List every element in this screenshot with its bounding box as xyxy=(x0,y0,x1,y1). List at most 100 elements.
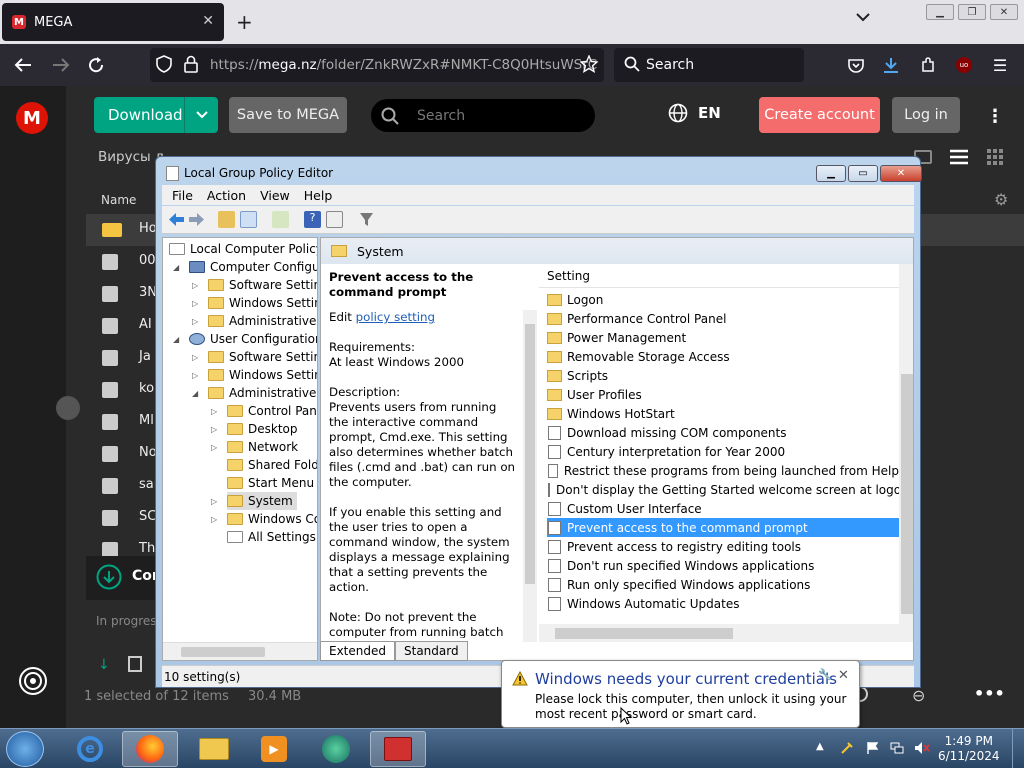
mega-search-input[interactable]: Search xyxy=(371,99,595,132)
shield-icon[interactable] xyxy=(156,55,172,73)
collapse-arrow-icon[interactable]: ◢ xyxy=(192,389,198,398)
tab-extended[interactable]: Extended xyxy=(320,641,395,661)
column-header-setting[interactable]: Setting xyxy=(539,264,899,288)
tree-node[interactable]: ▷ Administrative Te xyxy=(192,312,317,330)
tree-node[interactable]: Start Menu ar xyxy=(227,474,317,492)
gpe-minimize-icon[interactable]: ▁ xyxy=(816,165,846,182)
show-desktop-button[interactable] xyxy=(1012,729,1024,768)
tree-node[interactable]: ▷ Windows Setting xyxy=(192,294,317,312)
scroll-thumb[interactable] xyxy=(181,647,265,657)
forward-arrow-icon[interactable] xyxy=(50,54,72,76)
show-hide-tree-icon[interactable] xyxy=(240,211,257,228)
filter-icon[interactable] xyxy=(358,211,375,228)
expand-arrow-icon[interactable]: ▷ xyxy=(211,443,217,452)
url-bar[interactable]: https://mega.nz/folder/ZnkRWZxR#NMKT-C8Q… xyxy=(150,48,604,82)
minimize-icon[interactable]: ▁ xyxy=(926,4,954,20)
credentials-notification[interactable]: Windows needs your current credentials 🔧… xyxy=(501,660,860,728)
expand-arrow-icon[interactable]: ▷ xyxy=(192,299,198,308)
setting-row[interactable]: Download missing COM components xyxy=(547,423,899,442)
login-button[interactable]: Log in xyxy=(892,97,960,133)
tree-horizontal-scrollbar[interactable] xyxy=(163,642,317,660)
firefox-taskbar-icon[interactable] xyxy=(122,731,178,767)
settings-vertical-scrollbar[interactable] xyxy=(899,264,913,624)
download-arrow-icon[interactable]: ↓ xyxy=(98,657,110,673)
back-icon[interactable] xyxy=(168,211,185,228)
collapse-arrow-icon[interactable]: ◢ xyxy=(173,263,179,272)
explorer-taskbar-icon[interactable] xyxy=(186,731,242,767)
menu-help[interactable]: Help xyxy=(304,188,333,203)
app-taskbar-icon[interactable] xyxy=(308,731,364,767)
up-folder-icon[interactable] xyxy=(218,211,235,228)
setting-row[interactable]: Logon xyxy=(547,290,899,309)
setting-row[interactable]: Restrict these programs from being launc… xyxy=(547,461,899,480)
setting-row[interactable]: Power Management xyxy=(547,328,899,347)
sync-icon[interactable] xyxy=(18,666,48,696)
tree-node[interactable]: ▷ Windows Setting xyxy=(192,366,317,384)
setting-row[interactable]: Century interpretation for Year 2000 xyxy=(547,442,899,461)
setting-row[interactable]: Windows HotStart xyxy=(547,404,899,423)
expand-arrow-icon[interactable]: ▷ xyxy=(211,407,217,416)
sidebar-expand-icon[interactable] xyxy=(56,396,80,420)
tree-node[interactable]: All Settings xyxy=(227,528,316,546)
properties-icon[interactable] xyxy=(326,211,343,228)
settings-gear-icon[interactable]: ⚙ xyxy=(994,190,1008,209)
restore-icon[interactable]: ❐ xyxy=(958,4,986,20)
downloads-icon[interactable] xyxy=(880,54,902,76)
setting-row[interactable]: Don't run specified Windows applications xyxy=(547,556,899,575)
reload-icon[interactable] xyxy=(85,54,107,76)
download-button[interactable]: Download xyxy=(94,97,218,133)
new-tab-icon[interactable]: + xyxy=(236,10,253,34)
tree-node[interactable]: ◢ Computer Configura xyxy=(173,258,317,276)
menu-hamburger-icon[interactable]: ☰ xyxy=(989,54,1011,76)
language-selector[interactable]: EN xyxy=(668,103,721,123)
setting-row[interactable]: User Profiles xyxy=(547,385,899,404)
menu-file[interactable]: File xyxy=(172,188,193,203)
setting-row[interactable]: Don't display the Getting Started welcom… xyxy=(547,480,909,499)
tree-node-selected[interactable]: ▷ System xyxy=(211,492,297,510)
setting-row[interactable]: Performance Control Panel xyxy=(547,309,899,328)
export-list-icon[interactable] xyxy=(272,211,289,228)
scroll-thumb[interactable] xyxy=(555,628,733,639)
ie-taskbar-icon[interactable]: e xyxy=(62,731,118,767)
tab-standard[interactable]: Standard xyxy=(395,641,468,661)
security-alert-icon[interactable] xyxy=(840,741,854,755)
tree-node[interactable]: ◢ Administrative Te xyxy=(192,384,317,402)
save-to-mega-button[interactable]: Save to MEGA xyxy=(229,97,347,133)
link-icon[interactable]: ⊖ xyxy=(912,686,925,705)
more-options-icon[interactable]: ⋮ xyxy=(986,106,1004,127)
zip-icon[interactable] xyxy=(128,656,142,672)
create-account-button[interactable]: Create account xyxy=(759,97,880,133)
flag-icon[interactable] xyxy=(866,741,880,755)
setting-row[interactable]: Removable Storage Access xyxy=(547,347,899,366)
settings-horizontal-scrollbar[interactable] xyxy=(539,624,913,642)
media-player-taskbar-icon[interactable]: ▶ xyxy=(246,731,302,767)
mega-logo-icon[interactable]: M xyxy=(16,102,48,134)
browser-search-bar[interactable]: Search xyxy=(614,48,804,82)
more-actions-icon[interactable]: ••• xyxy=(974,684,1005,703)
download-options-chevron-icon[interactable] xyxy=(184,97,218,133)
tree-node[interactable]: ▷ Network xyxy=(211,438,298,456)
setting-row[interactable]: Prevent access to registry editing tools xyxy=(547,537,899,556)
expand-arrow-icon[interactable]: ▷ xyxy=(192,371,198,380)
tray-overflow-icon[interactable]: ▲ xyxy=(816,741,824,752)
tree-node[interactable]: Local Computer Policy xyxy=(169,240,317,258)
pocket-icon[interactable] xyxy=(845,54,867,76)
tree-node[interactable]: ▷ Software Settings xyxy=(192,348,317,366)
tree-node[interactable]: ▷ Software Settings xyxy=(192,276,317,294)
description-scrollbar[interactable] xyxy=(523,310,537,642)
setting-row[interactable]: Custom User Interface xyxy=(547,499,899,518)
grid-view-icon[interactable] xyxy=(987,149,1003,165)
tree-node[interactable]: ▷ Windows Cor xyxy=(211,510,317,528)
setting-row-selected[interactable]: Prevent access to the command prompt xyxy=(547,518,899,537)
wrench-icon[interactable]: 🔧 xyxy=(818,668,832,681)
back-arrow-icon[interactable] xyxy=(12,54,34,76)
setting-row[interactable]: Scripts xyxy=(547,366,899,385)
transfer-panel[interactable]: Con xyxy=(86,556,166,600)
tree-node[interactable]: ◢ User Configuration xyxy=(173,330,317,348)
scroll-thumb[interactable] xyxy=(901,374,913,614)
expand-arrow-icon[interactable]: ▷ xyxy=(192,353,198,362)
browser-tab[interactable]: M MEGA ✕ xyxy=(2,3,224,41)
expand-arrow-icon[interactable]: ▷ xyxy=(211,425,217,434)
policy-setting-link[interactable]: policy setting xyxy=(356,310,435,324)
setting-row[interactable]: Run only specified Windows applications xyxy=(547,575,899,594)
